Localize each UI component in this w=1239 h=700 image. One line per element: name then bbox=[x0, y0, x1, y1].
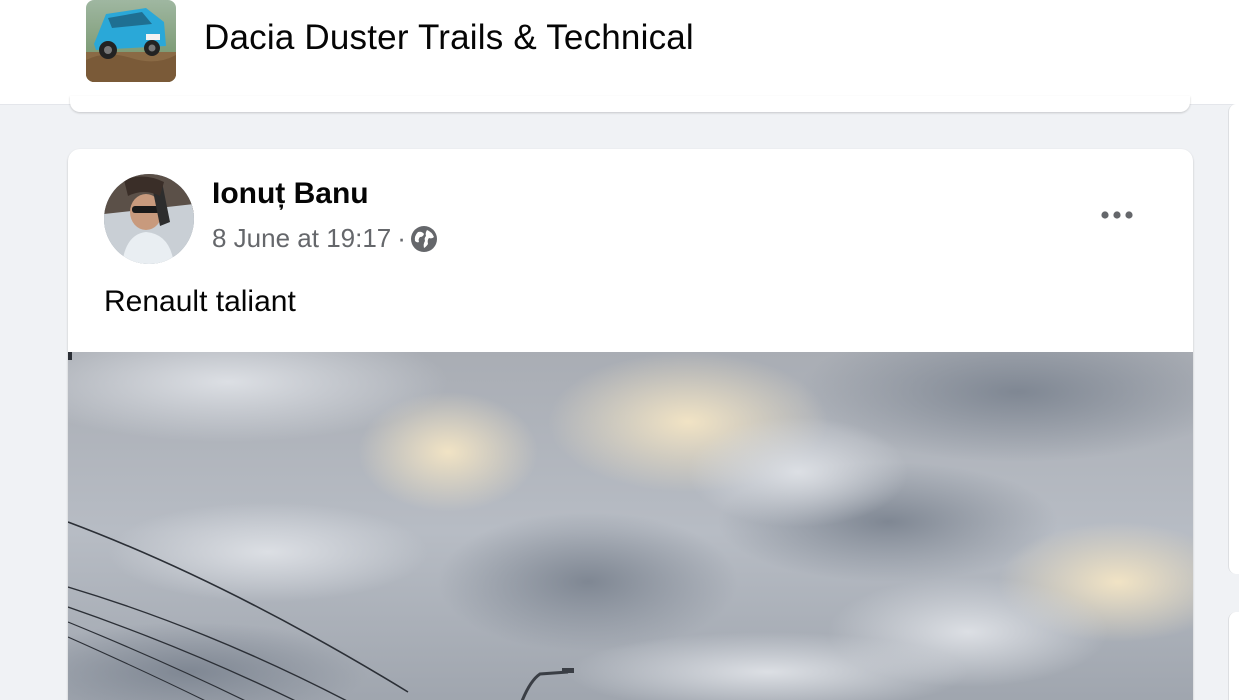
more-options-icon bbox=[1101, 211, 1133, 219]
group-name[interactable]: Dacia Duster Trails & Technical bbox=[204, 18, 694, 58]
post-card: Ionuț Banu 8 June at 19:17 · Renault tal… bbox=[68, 149, 1193, 700]
post-photo[interactable] bbox=[68, 322, 1193, 700]
globe-icon-svg bbox=[410, 225, 437, 252]
group-cover-photo-icon bbox=[86, 0, 176, 82]
post-text: Renault taliant bbox=[104, 285, 296, 318]
right-column-card-lower bbox=[1228, 612, 1239, 700]
author-avatar[interactable] bbox=[104, 174, 194, 264]
previous-card-bottom bbox=[70, 96, 1190, 112]
author-name[interactable]: Ionuț Banu bbox=[212, 177, 369, 211]
facebook-group-feed: Dacia Duster Trails & Technical Ionuț Ba… bbox=[0, 0, 1239, 700]
globe-icon[interactable] bbox=[410, 225, 438, 253]
group-header: Dacia Duster Trails & Technical bbox=[0, 0, 1239, 105]
right-column-card bbox=[1228, 104, 1239, 574]
post-more-options-button[interactable] bbox=[1092, 195, 1142, 235]
post-timestamp[interactable]: 8 June at 19:17 bbox=[212, 223, 391, 254]
meta-separator: · bbox=[397, 223, 406, 253]
author-avatar-photo bbox=[104, 174, 194, 264]
group-cover-photo[interactable] bbox=[86, 0, 176, 82]
post-photo-sky bbox=[68, 322, 1193, 700]
post-meta: 8 June at 19:17 · bbox=[212, 223, 438, 254]
